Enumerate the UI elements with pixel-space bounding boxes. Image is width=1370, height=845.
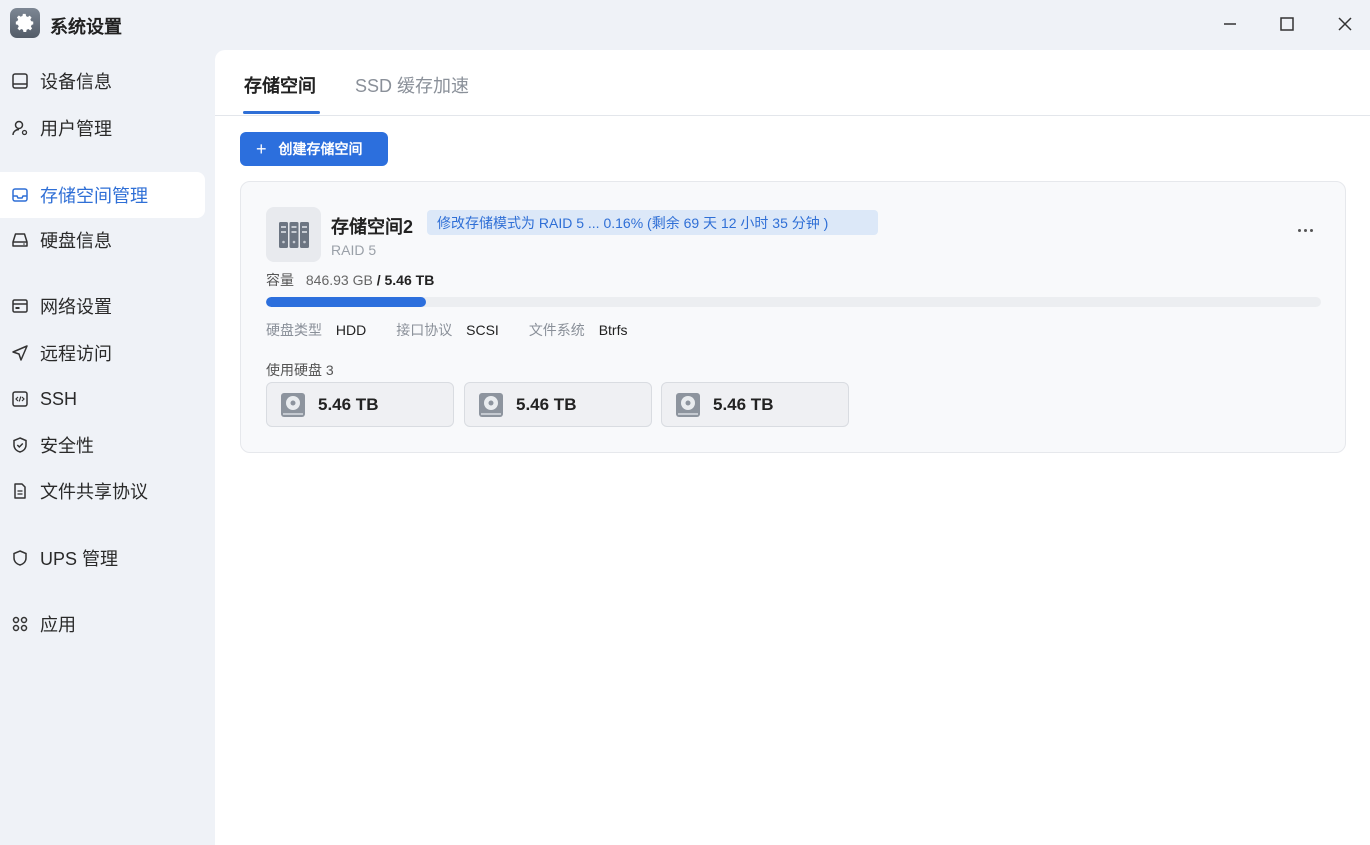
network-icon — [10, 296, 30, 316]
tab-bar: 存储空间 SSD 缓存加速 — [215, 50, 1370, 116]
hdd-icon — [674, 391, 702, 419]
send-icon — [10, 343, 30, 363]
apps-icon — [10, 614, 30, 634]
sidebar-item-user-management[interactable]: 用户管理 — [0, 105, 205, 151]
plus-icon: + — [256, 139, 267, 159]
capacity-progress-fill — [266, 297, 427, 307]
pool-name: 存储空间2 — [331, 217, 414, 237]
hdd-icon — [279, 391, 307, 419]
close-button[interactable] — [1331, 10, 1359, 38]
sidebar-item-file-sharing[interactable]: 文件共享协议 — [0, 468, 205, 514]
shield-check-icon — [10, 435, 30, 455]
sidebar-item-ups[interactable]: UPS 管理 — [0, 535, 205, 581]
server-icon — [266, 207, 321, 262]
disk-icon — [10, 230, 30, 250]
title-bar: 系统设置 — [0, 0, 1370, 48]
sidebar-item-label: 设备信息 — [40, 72, 112, 92]
window-title: 系统设置 — [50, 17, 122, 37]
create-storage-label: 创建存储空间 — [278, 141, 363, 157]
sidebar-item-security[interactable]: 安全性 — [0, 422, 205, 468]
capacity-used: 846.93 GB — [305, 272, 373, 288]
meta-interface: 接口协议 SCSI — [396, 320, 499, 340]
device-icon — [10, 71, 30, 91]
gear-icon — [10, 8, 40, 38]
sidebar-item-label: 网络设置 — [40, 297, 112, 317]
more-icon — [1303, 228, 1307, 232]
disks-used-label: 使用硬盘 3 — [266, 362, 334, 378]
sidebar-item-label: 用户管理 — [40, 119, 112, 139]
capacity-separator: / — [376, 272, 381, 288]
capacity-total: 5.46 TB — [384, 272, 435, 288]
meta-key: 文件系统 — [528, 322, 585, 338]
sidebar-item-label: 存储空间管理 — [40, 186, 148, 206]
hdd-icon — [477, 391, 505, 419]
capacity-row: 容量 846.93 GB / 5.46 TB — [266, 270, 434, 290]
tab-ssd-cache[interactable]: SSD 缓存加速 — [355, 72, 469, 98]
sidebar-item-label: 安全性 — [40, 436, 94, 456]
migration-status-badge: 修改存储模式为 RAID 5 ... 0.16% (剩余 69 天 12 小时 … — [427, 210, 878, 235]
sidebar-item-network[interactable]: 网络设置 — [0, 283, 205, 329]
sidebar-item-label: 应用 — [40, 615, 76, 635]
disk-chip[interactable]: 5.46 TB — [266, 382, 454, 427]
maximize-button[interactable] — [1273, 10, 1301, 38]
code-icon — [10, 389, 30, 409]
disk-chip[interactable]: 5.46 TB — [464, 382, 652, 427]
sidebar-item-apps[interactable]: 应用 — [0, 601, 205, 647]
storage-icon — [10, 185, 30, 205]
disk-size: 5.46 TB — [516, 394, 577, 414]
raid-level: RAID 5 — [331, 242, 377, 258]
capacity-label: 容量 — [266, 272, 294, 288]
more-icon — [1297, 228, 1301, 232]
sidebar-item-label: 文件共享协议 — [40, 482, 148, 502]
sidebar-item-label: SSH — [40, 388, 78, 409]
minimize-button[interactable] — [1216, 10, 1244, 38]
sidebar-item-storage-management[interactable]: 存储空间管理 — [0, 172, 205, 218]
more-icon — [1309, 228, 1313, 232]
meta-disk-type: 硬盘类型 HDD — [266, 320, 366, 340]
sidebar-item-ssh[interactable]: SSH — [0, 376, 205, 422]
main-panel: 存储空间 SSD 缓存加速 + 创建存储空间 存储空间2 修改存储模式为 RAI… — [215, 50, 1370, 845]
sidebar-item-label: 硬盘信息 — [40, 231, 112, 251]
meta-key: 硬盘类型 — [266, 322, 322, 338]
pool-meta-row: 硬盘类型 HDD 接口协议 SCSI 文件系统 Btrfs — [266, 320, 657, 340]
minimize-icon — [1224, 23, 1236, 25]
sidebar-item-remote-access[interactable]: 远程访问 — [0, 330, 205, 376]
capacity-progress-bar — [266, 297, 1321, 307]
active-tab-indicator — [243, 111, 320, 114]
sidebar-item-label: UPS 管理 — [40, 549, 119, 569]
sidebar-item-disk-info[interactable]: 硬盘信息 — [0, 217, 205, 263]
meta-value: Btrfs — [598, 322, 628, 338]
user-icon — [10, 118, 30, 138]
create-storage-button[interactable]: + 创建存储空间 — [240, 132, 388, 166]
maximize-icon — [1280, 17, 1294, 31]
disk-size: 5.46 TB — [318, 394, 379, 414]
close-icon — [1338, 17, 1352, 31]
shield-icon — [10, 548, 30, 568]
meta-value: HDD — [335, 322, 367, 338]
meta-key: 接口协议 — [396, 322, 453, 338]
sidebar: 设备信息 用户管理 存储空间管理 硬盘信息 网络设置 远程访问 SSH 安全性 … — [0, 48, 215, 845]
more-options-button[interactable] — [1293, 220, 1317, 240]
sidebar-item-label: 远程访问 — [40, 344, 112, 364]
tab-storage-space[interactable]: 存储空间 — [244, 72, 316, 98]
disk-chip[interactable]: 5.46 TB — [661, 382, 849, 427]
file-icon — [10, 481, 30, 501]
meta-filesystem: 文件系统 Btrfs — [529, 320, 628, 340]
storage-pool-card: 存储空间2 修改存储模式为 RAID 5 ... 0.16% (剩余 69 天 … — [240, 181, 1346, 453]
disk-size: 5.46 TB — [713, 394, 774, 414]
sidebar-item-device-info[interactable]: 设备信息 — [0, 58, 205, 104]
meta-value: SCSI — [466, 322, 499, 338]
